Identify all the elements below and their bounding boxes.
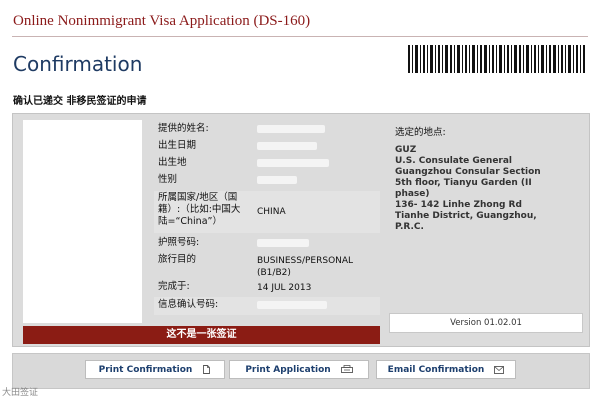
name-label: 提供的姓名: bbox=[158, 123, 209, 134]
gender-value-redacted bbox=[257, 176, 297, 184]
page-subtitle: 确认已递交 非移民签证的申请 bbox=[13, 96, 147, 107]
nationality-label-line2: 籍）:（比如:中国大 bbox=[158, 204, 241, 215]
row-dob: 出生日期 bbox=[154, 138, 380, 155]
version-label: Version 01.02.01 bbox=[389, 313, 583, 333]
location-label: 选定的地点: bbox=[395, 127, 446, 138]
not-a-visa-banner: 这不是一张签证 bbox=[23, 326, 380, 344]
location-line: 5th floor, Tianyu Garden (II bbox=[395, 178, 532, 188]
email-confirmation-label: Email Confirmation bbox=[387, 364, 485, 375]
print-application-button[interactable]: Print Application bbox=[229, 360, 369, 379]
print-confirmation-label: Print Confirmation bbox=[98, 364, 193, 375]
nationality-label-line3: 陆=“China”） bbox=[158, 216, 222, 227]
app-header-title: Online Nonimmigrant Visa Application (DS… bbox=[13, 13, 311, 29]
purpose-value-line2: (B1/B2) bbox=[257, 268, 291, 278]
location-line: GUZ bbox=[395, 145, 417, 155]
watermark-text: 大田签证 bbox=[2, 388, 39, 398]
row-confirmation-number: 信息确认号码: bbox=[154, 297, 380, 315]
row-purpose: 旅行目的 BUSINESS/PERSONAL (B1/B2) bbox=[154, 252, 380, 279]
location-line: U.S. Consulate General bbox=[395, 156, 513, 166]
mail-icon bbox=[494, 365, 505, 374]
applicant-photo bbox=[23, 120, 142, 323]
pob-value-redacted bbox=[257, 159, 329, 167]
pob-label: 出生地 bbox=[158, 157, 187, 168]
email-confirmation-button[interactable]: Email Confirmation bbox=[376, 360, 516, 379]
gender-label: 性别 bbox=[158, 174, 178, 185]
print-confirmation-button[interactable]: Print Confirmation bbox=[85, 360, 225, 379]
row-gender: 性别 bbox=[154, 172, 380, 189]
page-title: Confirmation bbox=[13, 52, 143, 76]
print-icon bbox=[340, 365, 353, 373]
header-divider bbox=[12, 36, 588, 37]
completed-value: 14 JUL 2013 bbox=[257, 283, 312, 293]
location-line: 136- 142 Linhe Zhong Rd bbox=[395, 200, 522, 210]
passport-value-redacted bbox=[257, 239, 309, 247]
location-line: P.R.C. bbox=[395, 222, 424, 232]
row-pob: 出生地 bbox=[154, 155, 380, 172]
passport-label: 护照号码: bbox=[158, 237, 200, 248]
location-line: Tianhe District, Guangzhou, bbox=[395, 211, 537, 221]
dob-label: 出生日期 bbox=[158, 140, 197, 151]
watermark-logo: 大田签证 bbox=[2, 385, 38, 398]
location-line: Guangzhou Consular Section bbox=[395, 167, 541, 177]
purpose-value-line1: BUSINESS/PERSONAL bbox=[257, 256, 354, 266]
barcode-image bbox=[408, 45, 585, 73]
row-passport: 护照号码: bbox=[154, 235, 380, 252]
row-completed: 完成于: 14 JUL 2013 bbox=[154, 279, 380, 296]
nationality-value: CHINA bbox=[257, 207, 286, 217]
row-name: 提供的姓名: bbox=[154, 121, 380, 138]
selected-location-panel: 选定的地点: GUZ U.S. Consulate General Guangz… bbox=[389, 121, 579, 343]
location-line: phase) bbox=[395, 189, 430, 199]
location-address: GUZ U.S. Consulate General Guangzhou Con… bbox=[395, 145, 575, 233]
nationality-label-line1: 所属国家/地区（国 bbox=[158, 192, 238, 203]
name-value-redacted bbox=[257, 125, 325, 133]
applicant-info-panel: 提供的姓名: 出生日期 出生地 性别 所属国家/地区（国 籍）:（比如:中国大 … bbox=[154, 121, 380, 323]
row-nationality: 所属国家/地区（国 籍）:（比如:中国大 陆=“China”） CHINA bbox=[154, 191, 380, 233]
completed-label: 完成于: bbox=[158, 281, 190, 292]
purpose-label: 旅行目的 bbox=[158, 254, 197, 265]
print-application-label: Print Application bbox=[245, 364, 331, 375]
dob-value-redacted bbox=[257, 142, 317, 150]
confirmation-number-redacted bbox=[257, 301, 327, 309]
document-icon bbox=[203, 365, 211, 374]
confirmation-number-label: 信息确认号码: bbox=[158, 299, 219, 310]
